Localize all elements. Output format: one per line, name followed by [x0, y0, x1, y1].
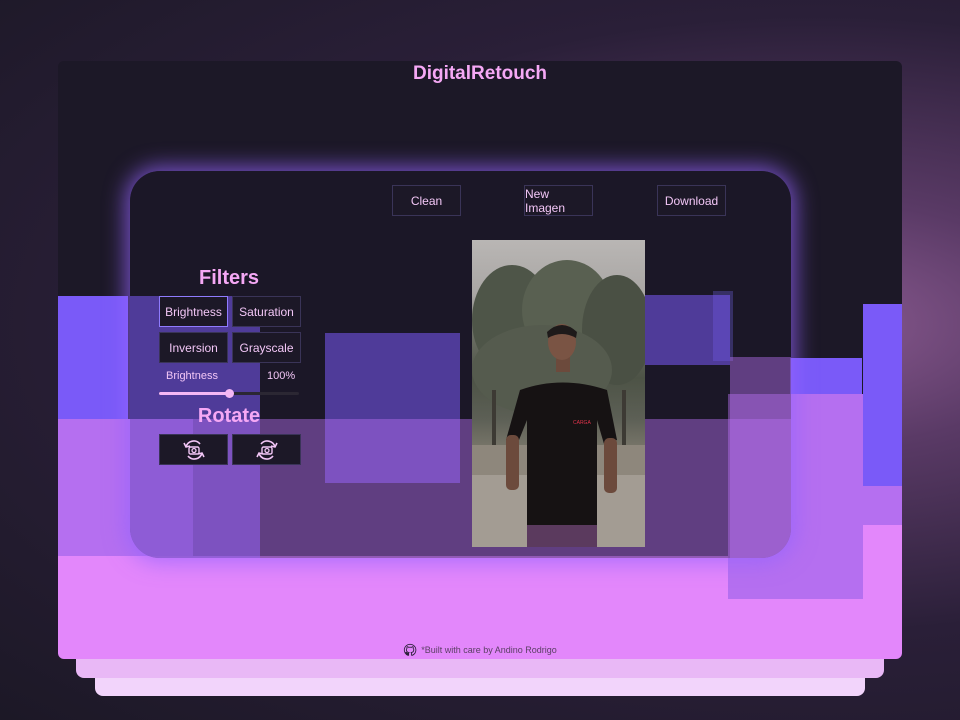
footer: *Built with care by Andino Rodrigo: [58, 643, 902, 657]
panel-bg-block: [730, 357, 791, 558]
photo-illustration: CARGA: [472, 260, 645, 547]
filter-brightness-button[interactable]: Brightness: [159, 296, 228, 327]
bg-block: [863, 486, 902, 526]
panel-bg-block: [130, 419, 791, 558]
filters-title: Filters: [198, 267, 260, 289]
rotate-right-icon: [255, 439, 278, 460]
slider-value: 100%: [267, 370, 296, 382]
slider-fill: [159, 392, 229, 395]
preview-image: CARGA: [472, 240, 645, 547]
filter-grayscale-button[interactable]: Grayscale: [232, 332, 301, 363]
app-window: DigitalRetouch Clean New Imagen Download…: [58, 61, 902, 659]
bg-block: [58, 296, 128, 421]
brightness-slider[interactable]: [159, 389, 299, 398]
github-icon[interactable]: [403, 643, 417, 657]
filter-inversion-button[interactable]: Inversion: [159, 332, 228, 363]
rotate-title: Rotate: [197, 405, 261, 427]
slider-thumb[interactable]: [225, 389, 234, 398]
app-title: DigitalRetouch: [412, 63, 548, 84]
panel-bg-block: [645, 295, 730, 365]
rotate-right-button[interactable]: [232, 434, 301, 465]
new-image-button[interactable]: New Imagen: [524, 185, 593, 216]
download-button[interactable]: Download: [657, 185, 726, 216]
clean-button[interactable]: Clean: [392, 185, 461, 216]
rotate-left-icon: [182, 439, 205, 460]
filter-saturation-button[interactable]: Saturation: [232, 296, 301, 327]
footer-credit: *Built with care by Andino Rodrigo: [421, 645, 557, 655]
bg-block: [863, 525, 902, 559]
bg-block: [863, 304, 902, 487]
editor-panel: Clean New Imagen Download Filters Bright…: [130, 171, 791, 558]
bg-block: [790, 358, 862, 398]
slider-name: Brightness: [166, 370, 218, 382]
shirt-logo: CARGA: [573, 420, 591, 426]
rotate-left-button[interactable]: [159, 434, 228, 465]
